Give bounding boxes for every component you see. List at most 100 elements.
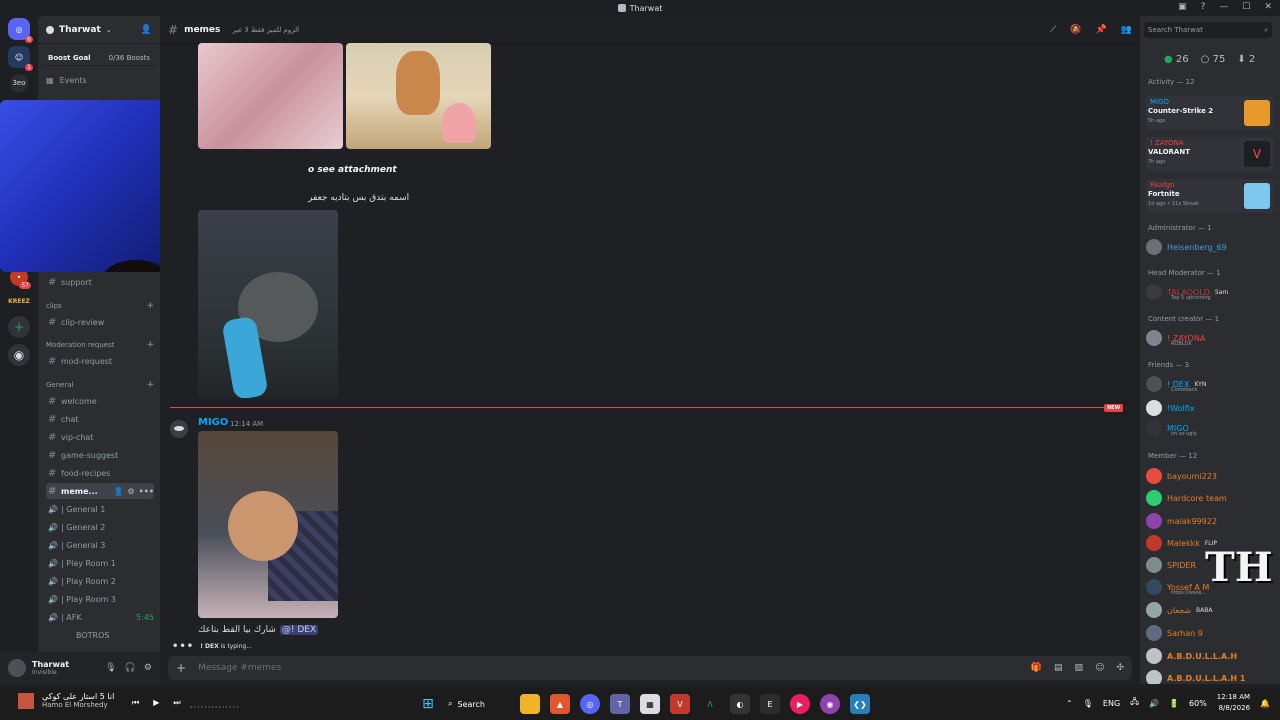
- next-icon[interactable]: ⏭: [173, 698, 180, 708]
- message-input[interactable]: + Message #memes 🎁 ▤ ▨ ☺ ✣: [168, 656, 1132, 680]
- server-3eo[interactable]: 3eo: [10, 74, 28, 92]
- meme-image-1[interactable]: [198, 43, 343, 149]
- member-item[interactable]: MIGO im so ugly: [1146, 419, 1276, 437]
- steam-icon[interactable]: ◐: [730, 694, 750, 714]
- add-channel-icon[interactable]: +: [146, 301, 154, 311]
- channel-clip-review[interactable]: # clip-review: [46, 314, 154, 330]
- play-icon[interactable]: ▶: [153, 698, 159, 708]
- meme-image-3[interactable]: [198, 210, 338, 398]
- user-mention[interactable]: @! DEX: [279, 625, 319, 635]
- discord-icon[interactable]: ◎: [580, 694, 600, 714]
- voice-general-2[interactable]: 🔊 | General 2: [46, 519, 154, 535]
- voice-play-room-1[interactable]: 🔊 | Play Room 1: [46, 555, 154, 571]
- apps-icon[interactable]: ✣: [1116, 663, 1124, 673]
- category-moderation[interactable]: Moderation request +: [46, 340, 154, 350]
- media-widget[interactable]: انا 5 استار على كوكي Hamo El Morshedy: [18, 692, 114, 709]
- sticker-icon[interactable]: ▨: [1075, 663, 1084, 673]
- microphone-icon[interactable]: 🎙: [105, 663, 116, 673]
- member-item[interactable]: bayoumi223: [1146, 467, 1276, 485]
- voice-play-room-3[interactable]: 🔊 | Play Room 3: [46, 591, 154, 607]
- headphones-icon[interactable]: 🎧: [125, 663, 136, 673]
- nvidia-icon[interactable]: Λ: [700, 694, 720, 714]
- boost-goal[interactable]: Boost Goal 0/36 Boosts: [44, 50, 154, 66]
- volume-icon[interactable]: 🔊: [1149, 699, 1159, 708]
- gear-icon[interactable]: ⚙: [127, 487, 134, 496]
- member-item[interactable]: Hardcore team: [1146, 489, 1276, 507]
- pin-icon[interactable]: 📌: [1096, 25, 1107, 35]
- discover-icon[interactable]: ◉: [8, 344, 30, 366]
- member-item[interactable]: A.B.D.U.L.L.A.H 1: [1146, 669, 1276, 684]
- chevron-up-icon[interactable]: ⌃: [1066, 699, 1073, 708]
- add-channel-icon[interactable]: +: [146, 380, 154, 390]
- taskbar-search[interactable]: ⌕ Search: [448, 694, 510, 714]
- members-icon[interactable]: 👥: [1121, 25, 1132, 35]
- voice-afk[interactable]: 🔊 | AFK 5:45: [46, 609, 154, 625]
- teams-icon[interactable]: T: [610, 694, 630, 714]
- voice-user-botros[interactable]: BOTROS: [46, 627, 154, 643]
- events-item[interactable]: ▦ Events: [46, 76, 152, 85]
- voicemeeter-icon[interactable]: V: [670, 694, 690, 714]
- channel-memes[interactable]: # meme... 👤 ⚙ •••: [46, 483, 154, 499]
- meme-image-4[interactable]: [198, 431, 338, 618]
- member-item[interactable]: A.B.D.U.L.L.A.H: [1146, 647, 1276, 665]
- discord-home-icon[interactable]: ◎ 6: [8, 18, 33, 43]
- microphone-icon[interactable]: 🎙: [1083, 699, 1093, 708]
- channel-vip-chat[interactable]: # vip-chat: [46, 429, 154, 445]
- member-item[interactable]: malak99922: [1146, 512, 1276, 530]
- mute-icon[interactable]: 🔕: [1070, 25, 1081, 35]
- epic-games-icon[interactable]: E: [760, 694, 780, 714]
- more-icon[interactable]: •••: [139, 487, 154, 496]
- meme-image-2[interactable]: [346, 43, 491, 149]
- server-dm[interactable]: ☺ 1: [8, 46, 33, 71]
- add-server-icon[interactable]: +: [8, 316, 30, 338]
- channel-chat[interactable]: # chat: [46, 411, 154, 427]
- gift-icon[interactable]: 🎁: [1031, 663, 1042, 673]
- category-general[interactable]: General +: [46, 380, 154, 390]
- voice-play-room-2[interactable]: 🔊 | Play Room 2: [46, 573, 154, 589]
- channel-mod-request[interactable]: # mod-request: [46, 353, 154, 369]
- brave-icon[interactable]: ▲: [550, 694, 570, 714]
- gear-icon[interactable]: ⚙: [144, 663, 152, 673]
- emoji-icon[interactable]: ☺: [1095, 663, 1104, 673]
- help-icon[interactable]: ?: [1201, 2, 1206, 12]
- invite-icon[interactable]: 👤: [141, 25, 152, 35]
- inbox-icon[interactable]: ▣: [1178, 2, 1187, 12]
- maximize-button[interactable]: ☐: [1242, 2, 1250, 12]
- server-kreez[interactable]: KREEZ: [8, 292, 30, 310]
- store-icon[interactable]: ▦: [640, 694, 660, 714]
- threads-icon[interactable]: ⟋: [1050, 25, 1056, 35]
- message-author[interactable]: MIGO: [198, 417, 228, 428]
- member-item[interactable]: TALAQOLD Sam Top 5 upcoming: [1146, 283, 1276, 301]
- language-indicator[interactable]: ENG: [1103, 699, 1120, 708]
- channel-support[interactable]: # support: [46, 274, 154, 290]
- activity-card[interactable]: ! ZAYONA VALORANT 7h ago V: [1146, 137, 1274, 171]
- category-clips[interactable]: clips +: [46, 301, 154, 311]
- clock[interactable]: 12:18 AM 8/8/2026: [1217, 692, 1250, 714]
- avatar[interactable]: [8, 659, 26, 677]
- vs-code-icon[interactable]: ❮❯: [850, 694, 870, 714]
- channel-welcome[interactable]: # welcome: [46, 393, 154, 409]
- activity-card[interactable]: MIGO Counter-Strike 2 5h ago: [1146, 96, 1274, 130]
- battery-icon[interactable]: 🔋: [1169, 699, 1179, 708]
- invite-icon[interactable]: 👤: [114, 487, 124, 496]
- add-attachment-icon[interactable]: +: [176, 661, 186, 675]
- server-header[interactable]: Tharwat ⌄ 👤: [38, 16, 160, 44]
- windows-start-icon[interactable]: ⊞: [418, 694, 438, 714]
- member-item[interactable]: Sarhan 9: [1146, 624, 1276, 642]
- voice-general-1[interactable]: 🔊 | General 1: [46, 501, 154, 517]
- previous-icon[interactable]: ⏮: [132, 698, 139, 708]
- avatar[interactable]: [170, 420, 188, 438]
- gif-icon[interactable]: ▤: [1054, 663, 1063, 673]
- search-input[interactable]: Search Tharwat ⌕: [1144, 22, 1272, 38]
- close-button[interactable]: ✕: [1264, 2, 1272, 12]
- member-item[interactable]: !Wolfix: [1146, 399, 1276, 417]
- minimize-button[interactable]: —: [1219, 2, 1228, 12]
- notifications-icon[interactable]: 🔔: [1260, 699, 1270, 708]
- obs-icon[interactable]: ◉: [820, 694, 840, 714]
- network-icon[interactable]: 🖧: [1130, 696, 1139, 710]
- media-player-icon[interactable]: ▶: [790, 694, 810, 714]
- member-item[interactable]: Heisenberg_69: [1146, 238, 1276, 256]
- file-explorer-icon[interactable]: [520, 694, 540, 714]
- member-item[interactable]: ! ZAYONA ROBLOX: [1146, 329, 1276, 347]
- add-channel-icon[interactable]: +: [146, 340, 154, 350]
